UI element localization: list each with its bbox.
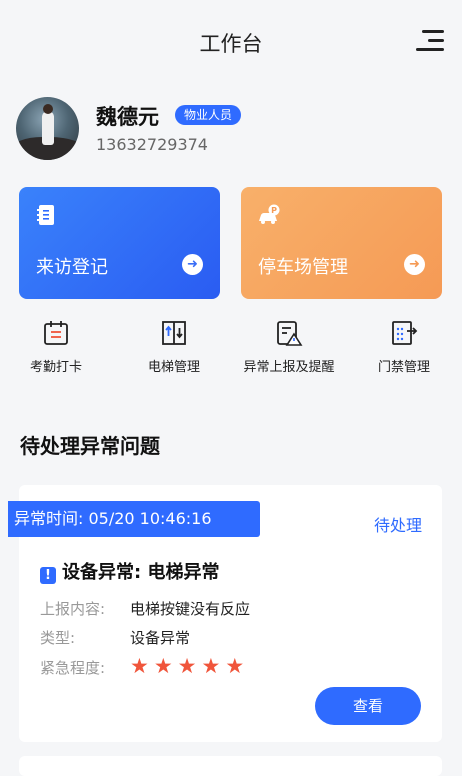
parking-card[interactable]: P 停车场管理 ➜ (241, 187, 442, 299)
report-alert-icon (277, 321, 303, 346)
calendar-check-icon (44, 321, 68, 345)
issue-title-text: 设备异常: 电梯异常 (62, 562, 220, 583)
user-name: 魏德元 (96, 105, 159, 129)
issue-urgency-key: 紧急程度: (40, 659, 106, 677)
avatar[interactable] (16, 97, 79, 160)
issue-content-key: 上报内容: (40, 600, 106, 618)
urgency-stars: ★ ★ ★ ★ ★ (130, 654, 249, 678)
arrow-right-icon: ➜ (182, 254, 203, 275)
quick-report-label: 异常上报及提醒 (243, 360, 335, 375)
issue-urgency-row: 紧急程度: ★ ★ ★ ★ ★ (40, 654, 249, 678)
quick-report[interactable]: 异常上报及提醒 (230, 320, 348, 390)
star-icon: ★ (153, 654, 173, 678)
issue-title: ! 设备异常: 电梯异常 (40, 558, 219, 584)
access-control-icon (392, 321, 418, 345)
issue-type-row: 类型: 设备异常 (40, 627, 190, 648)
role-badge: 物业人员 (175, 105, 242, 125)
header: 工作台 (0, 0, 462, 84)
quick-access[interactable]: 门禁管理 (364, 320, 444, 390)
user-profile: 魏德元 物业人员 13632729374 (16, 97, 446, 161)
quick-attendance-label: 考勤打卡 (29, 360, 82, 375)
visitor-register-card[interactable]: 来访登记 ➜ (19, 187, 220, 299)
issue-type-key: 类型: (40, 629, 76, 647)
quick-elevator[interactable]: 电梯管理 (134, 320, 214, 390)
quick-attendance[interactable]: 考勤打卡 (18, 320, 94, 390)
arrow-right-icon: ➜ (404, 254, 425, 275)
elevator-icon (162, 321, 186, 345)
star-icon: ★ (130, 654, 149, 678)
parking-label: 停车场管理 (258, 257, 348, 278)
star-icon: ★ (225, 654, 245, 678)
section-title: 待处理异常问题 (20, 434, 160, 458)
svg-text:P: P (271, 206, 277, 215)
view-button[interactable]: 查看 (315, 687, 421, 725)
parking-icon: P (259, 204, 280, 224)
visitor-register-icon (37, 205, 54, 225)
alert-icon: ! (40, 567, 56, 584)
issue-content-row: 上报内容: 电梯按键没有反应 (40, 598, 250, 619)
issue-type-value: 设备异常 (130, 629, 191, 647)
issue-content-value: 电梯按键没有反应 (130, 600, 251, 618)
visitor-register-label: 来访登记 (36, 257, 108, 278)
issue-time-tag: 异常时间: 05/20 10:46:16 (8, 501, 260, 537)
user-phone: 13632729374 (96, 135, 208, 154)
star-icon: ★ (201, 654, 221, 678)
next-issue-card (19, 756, 442, 776)
quick-access-label: 门禁管理 (377, 360, 430, 375)
star-icon: ★ (177, 654, 197, 678)
quick-elevator-label: 电梯管理 (147, 360, 200, 375)
page-title: 工作台 (199, 32, 263, 56)
menu-icon[interactable] (416, 30, 444, 52)
status-badge: 待处理 (373, 516, 422, 535)
